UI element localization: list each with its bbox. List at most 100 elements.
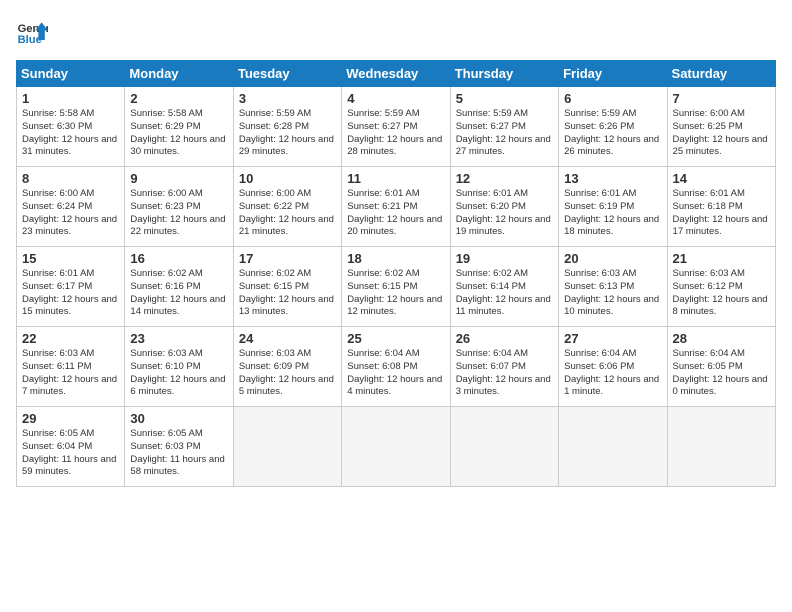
day-number: 5: [456, 91, 553, 106]
calendar-cell: [342, 407, 450, 487]
calendar-cell: 25 Sunrise: 6:04 AMSunset: 6:08 PMDaylig…: [342, 327, 450, 407]
day-number: 3: [239, 91, 336, 106]
calendar-cell: 10 Sunrise: 6:00 AMSunset: 6:22 PMDaylig…: [233, 167, 341, 247]
day-detail: Sunrise: 6:04 AMSunset: 6:08 PMDaylight:…: [347, 348, 442, 397]
day-detail: Sunrise: 6:00 AMSunset: 6:23 PMDaylight:…: [130, 188, 225, 237]
day-detail: Sunrise: 6:02 AMSunset: 6:14 PMDaylight:…: [456, 268, 551, 317]
calendar-cell: 7 Sunrise: 6:00 AMSunset: 6:25 PMDayligh…: [667, 87, 775, 167]
day-number: 13: [564, 171, 661, 186]
calendar-week-4: 22 Sunrise: 6:03 AMSunset: 6:11 PMDaylig…: [17, 327, 776, 407]
calendar-cell: 11 Sunrise: 6:01 AMSunset: 6:21 PMDaylig…: [342, 167, 450, 247]
day-detail: Sunrise: 6:02 AMSunset: 6:16 PMDaylight:…: [130, 268, 225, 317]
calendar-cell: 9 Sunrise: 6:00 AMSunset: 6:23 PMDayligh…: [125, 167, 233, 247]
day-number: 20: [564, 251, 661, 266]
day-detail: Sunrise: 6:03 AMSunset: 6:11 PMDaylight:…: [22, 348, 117, 397]
day-number: 6: [564, 91, 661, 106]
calendar-cell: 29 Sunrise: 6:05 AMSunset: 6:04 PMDaylig…: [17, 407, 125, 487]
day-detail: Sunrise: 5:59 AMSunset: 6:28 PMDaylight:…: [239, 108, 334, 157]
day-detail: Sunrise: 6:03 AMSunset: 6:12 PMDaylight:…: [673, 268, 768, 317]
day-detail: Sunrise: 6:05 AMSunset: 6:03 PMDaylight:…: [130, 428, 224, 477]
calendar-week-3: 15 Sunrise: 6:01 AMSunset: 6:17 PMDaylig…: [17, 247, 776, 327]
day-detail: Sunrise: 6:03 AMSunset: 6:09 PMDaylight:…: [239, 348, 334, 397]
day-number: 7: [673, 91, 770, 106]
day-detail: Sunrise: 5:59 AMSunset: 6:27 PMDaylight:…: [456, 108, 551, 157]
logo: General Blue: [16, 16, 48, 48]
day-number: 8: [22, 171, 119, 186]
day-number: 12: [456, 171, 553, 186]
calendar-cell: 21 Sunrise: 6:03 AMSunset: 6:12 PMDaylig…: [667, 247, 775, 327]
calendar-cell: 4 Sunrise: 5:59 AMSunset: 6:27 PMDayligh…: [342, 87, 450, 167]
day-number: 9: [130, 171, 227, 186]
calendar-week-1: 1 Sunrise: 5:58 AMSunset: 6:30 PMDayligh…: [17, 87, 776, 167]
day-number: 16: [130, 251, 227, 266]
day-number: 25: [347, 331, 444, 346]
day-number: 4: [347, 91, 444, 106]
calendar-week-5: 29 Sunrise: 6:05 AMSunset: 6:04 PMDaylig…: [17, 407, 776, 487]
day-detail: Sunrise: 6:04 AMSunset: 6:05 PMDaylight:…: [673, 348, 768, 397]
weekday-header-friday: Friday: [559, 61, 667, 87]
day-number: 11: [347, 171, 444, 186]
weekday-header-saturday: Saturday: [667, 61, 775, 87]
calendar-cell: 8 Sunrise: 6:00 AMSunset: 6:24 PMDayligh…: [17, 167, 125, 247]
calendar-cell: 3 Sunrise: 5:59 AMSunset: 6:28 PMDayligh…: [233, 87, 341, 167]
calendar-cell: 16 Sunrise: 6:02 AMSunset: 6:16 PMDaylig…: [125, 247, 233, 327]
calendar-cell: 22 Sunrise: 6:03 AMSunset: 6:11 PMDaylig…: [17, 327, 125, 407]
day-detail: Sunrise: 6:04 AMSunset: 6:07 PMDaylight:…: [456, 348, 551, 397]
calendar-cell: 28 Sunrise: 6:04 AMSunset: 6:05 PMDaylig…: [667, 327, 775, 407]
calendar-cell: [667, 407, 775, 487]
day-detail: Sunrise: 5:58 AMSunset: 6:29 PMDaylight:…: [130, 108, 225, 157]
weekday-header-monday: Monday: [125, 61, 233, 87]
day-number: 23: [130, 331, 227, 346]
calendar-cell: 20 Sunrise: 6:03 AMSunset: 6:13 PMDaylig…: [559, 247, 667, 327]
calendar-week-2: 8 Sunrise: 6:00 AMSunset: 6:24 PMDayligh…: [17, 167, 776, 247]
logo-icon: General Blue: [16, 16, 48, 48]
day-number: 2: [130, 91, 227, 106]
day-detail: Sunrise: 6:00 AMSunset: 6:24 PMDaylight:…: [22, 188, 117, 237]
day-detail: Sunrise: 6:02 AMSunset: 6:15 PMDaylight:…: [347, 268, 442, 317]
day-detail: Sunrise: 6:01 AMSunset: 6:20 PMDaylight:…: [456, 188, 551, 237]
day-detail: Sunrise: 6:03 AMSunset: 6:10 PMDaylight:…: [130, 348, 225, 397]
weekday-header-tuesday: Tuesday: [233, 61, 341, 87]
weekday-header-sunday: Sunday: [17, 61, 125, 87]
calendar-cell: [559, 407, 667, 487]
calendar-cell: 2 Sunrise: 5:58 AMSunset: 6:29 PMDayligh…: [125, 87, 233, 167]
calendar-cell: 15 Sunrise: 6:01 AMSunset: 6:17 PMDaylig…: [17, 247, 125, 327]
day-detail: Sunrise: 6:01 AMSunset: 6:21 PMDaylight:…: [347, 188, 442, 237]
calendar-cell: 18 Sunrise: 6:02 AMSunset: 6:15 PMDaylig…: [342, 247, 450, 327]
day-number: 17: [239, 251, 336, 266]
day-detail: Sunrise: 6:05 AMSunset: 6:04 PMDaylight:…: [22, 428, 116, 477]
calendar-cell: [450, 407, 558, 487]
day-detail: Sunrise: 6:01 AMSunset: 6:19 PMDaylight:…: [564, 188, 659, 237]
day-detail: Sunrise: 6:00 AMSunset: 6:22 PMDaylight:…: [239, 188, 334, 237]
calendar-table: SundayMondayTuesdayWednesdayThursdayFrid…: [16, 60, 776, 487]
calendar-cell: 5 Sunrise: 5:59 AMSunset: 6:27 PMDayligh…: [450, 87, 558, 167]
calendar-cell: 23 Sunrise: 6:03 AMSunset: 6:10 PMDaylig…: [125, 327, 233, 407]
weekday-header-thursday: Thursday: [450, 61, 558, 87]
calendar-cell: [233, 407, 341, 487]
day-number: 1: [22, 91, 119, 106]
day-number: 26: [456, 331, 553, 346]
day-number: 14: [673, 171, 770, 186]
day-number: 19: [456, 251, 553, 266]
calendar-cell: 27 Sunrise: 6:04 AMSunset: 6:06 PMDaylig…: [559, 327, 667, 407]
day-detail: Sunrise: 5:59 AMSunset: 6:26 PMDaylight:…: [564, 108, 659, 157]
calendar-cell: 14 Sunrise: 6:01 AMSunset: 6:18 PMDaylig…: [667, 167, 775, 247]
page-header: General Blue: [16, 16, 776, 48]
day-detail: Sunrise: 6:01 AMSunset: 6:18 PMDaylight:…: [673, 188, 768, 237]
day-number: 15: [22, 251, 119, 266]
day-number: 21: [673, 251, 770, 266]
calendar-cell: 13 Sunrise: 6:01 AMSunset: 6:19 PMDaylig…: [559, 167, 667, 247]
calendar-cell: 19 Sunrise: 6:02 AMSunset: 6:14 PMDaylig…: [450, 247, 558, 327]
calendar-cell: 26 Sunrise: 6:04 AMSunset: 6:07 PMDaylig…: [450, 327, 558, 407]
calendar-cell: 30 Sunrise: 6:05 AMSunset: 6:03 PMDaylig…: [125, 407, 233, 487]
day-detail: Sunrise: 6:03 AMSunset: 6:13 PMDaylight:…: [564, 268, 659, 317]
day-detail: Sunrise: 5:58 AMSunset: 6:30 PMDaylight:…: [22, 108, 117, 157]
day-number: 28: [673, 331, 770, 346]
day-number: 24: [239, 331, 336, 346]
svg-text:Blue: Blue: [18, 34, 42, 46]
calendar-cell: 17 Sunrise: 6:02 AMSunset: 6:15 PMDaylig…: [233, 247, 341, 327]
day-number: 30: [130, 411, 227, 426]
day-detail: Sunrise: 6:02 AMSunset: 6:15 PMDaylight:…: [239, 268, 334, 317]
day-number: 22: [22, 331, 119, 346]
day-number: 10: [239, 171, 336, 186]
